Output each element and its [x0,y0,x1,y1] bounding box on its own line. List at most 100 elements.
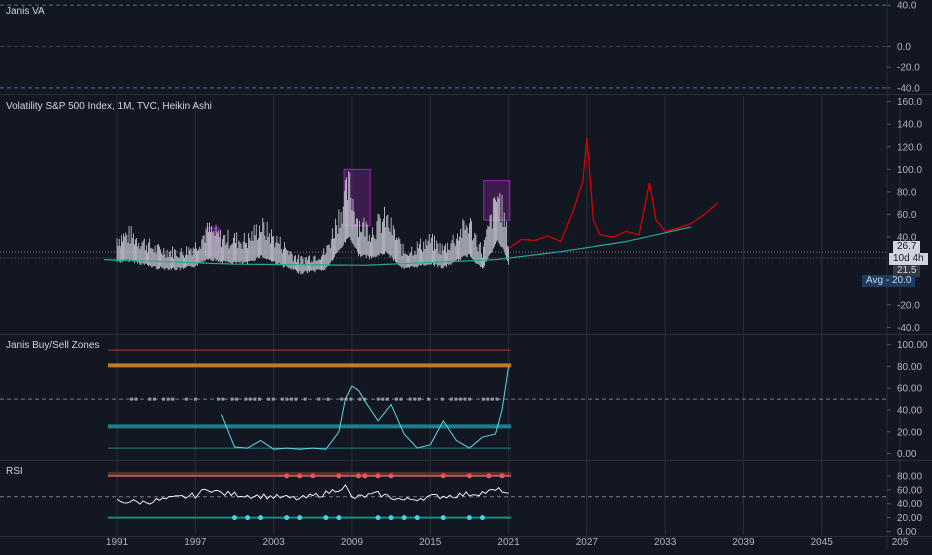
rsi-overbought-dot [440,473,446,479]
rsi-tick-label: 40.00 [897,499,922,510]
zone-dot [468,397,472,401]
zone-dot [267,397,271,401]
rsi-overbought-dot [486,473,492,479]
zone-dot [349,397,353,401]
rsi-overbought-dot [362,473,368,479]
rsi-oversold-dot [479,515,485,521]
zone-dot [257,397,261,401]
projection-line [508,137,718,249]
rsi-oversold-dot [375,515,381,521]
rsi-oversold-dot [440,515,446,521]
zone-dot [376,397,380,401]
main-tick-label: 60.0 [897,210,917,221]
zone-dot [130,397,134,401]
zone-dot [289,397,293,401]
va-tick-label: -20.0 [897,63,920,74]
zone-dot [340,397,344,401]
zone-dot [134,397,138,401]
zones-tick-label: 100.00 [897,340,928,351]
time-tick-label: 2027 [576,537,599,548]
rsi-tick-label: 80.00 [897,471,922,482]
rsi-oversold-dot [245,515,251,521]
zone-dot [495,397,499,401]
rsi-oversold-dot [284,515,290,521]
chart-stage[interactable]: 1991 1997 2003 2009 2015 2021 2027 2033 2039 2045… [0,0,932,550]
rsi-oversold-dot [323,515,329,521]
rsi-oversold-dot [466,515,472,521]
zone-dot [303,397,307,401]
main-tick-label: 100.0 [897,165,922,176]
rsi-overbought-dot [388,473,394,479]
time-tick-label: 1997 [184,537,207,548]
zone-dot [152,397,156,401]
price-badge: 26.7 [893,241,921,253]
time-tick-label: 2021 [497,537,520,548]
zone-dot [454,397,458,401]
zone-dot [440,397,444,401]
va-tick-label: 0.0 [897,42,911,53]
time-tick-label: 2045 [811,537,834,548]
rsi-tick-label: 60.00 [897,485,922,496]
time-tick-label: 2003 [263,537,286,548]
rsi-oversold-dot [297,515,303,521]
main-tick-label: -40.0 [897,323,920,334]
zones-tick-label: 80.00 [897,362,922,373]
zones-tick-label: 60.00 [897,384,922,395]
rsi-overbought-dot [336,473,342,479]
time-tick-label: 2039 [732,537,755,548]
zone-dot [381,397,385,401]
zone-dot [395,397,399,401]
main-tick-label: 80.0 [897,187,917,198]
time-tick-label: 2033 [654,537,677,548]
zone-dot [317,397,321,401]
chart-canvas[interactable]: 1991 1997 2003 2009 2015 2021 2027 2033 2039 2045… [0,0,932,550]
time-tick-label: 205 [892,537,909,548]
zone-dot [463,397,467,401]
time-tick-label: 2015 [419,537,442,548]
rsi-line [116,483,509,505]
zone-dot [490,397,494,401]
zone-dot [486,397,490,401]
zone-dot [230,397,234,401]
zone-dot [216,397,220,401]
zones-tick-label: 0.00 [897,449,917,460]
va-tick-label: -40.0 [897,83,920,94]
zone-dot [244,397,248,401]
rsi-oversold-dot [401,515,407,521]
zone-dot [408,397,412,401]
zone-dot [413,397,417,401]
zone-dot [285,397,289,401]
main-pane-title: Volatility S&P 500 Index, 1M, TVC, Heiki… [6,101,212,112]
rsi-overbought-dot [355,473,361,479]
zone-dot [171,397,175,401]
zone-dot [426,397,430,401]
main-tick-label: 160.0 [897,97,922,108]
rsi-oversold-dot [388,515,394,521]
rsi-overbought-dot [297,473,303,479]
zones-pane-title: Janis Buy/Sell Zones [6,340,100,351]
zone-dot [221,397,225,401]
zone-dot [253,397,257,401]
zone-dot [449,397,453,401]
zone-dot [294,397,298,401]
time-tick-label: 1991 [106,537,129,548]
rsi-oversold-dot [336,515,342,521]
rsi-tick-label: 0.00 [897,527,917,538]
va-tick-label: 40.0 [897,1,917,12]
rsi-pane-title: RSI [6,466,23,477]
rsi-oversold-dot [258,515,264,521]
zone-dot [166,397,170,401]
zones-tick-label: 40.00 [897,406,922,417]
rsi-tick-label: 20.00 [897,513,922,524]
zone-dot [271,397,275,401]
zone-dot [235,397,239,401]
rsi-oversold-dot [232,515,237,521]
zone-dot [481,397,485,401]
main-tick-label: 120.0 [897,142,922,153]
rsi-overbought-dot [310,473,316,479]
zone-dot [358,397,362,401]
rsi-overbought-dot [284,473,290,479]
zones-tick-label: 20.00 [897,427,922,438]
countdown-badge: 10d 4h [889,253,928,265]
zone-dot [148,397,152,401]
